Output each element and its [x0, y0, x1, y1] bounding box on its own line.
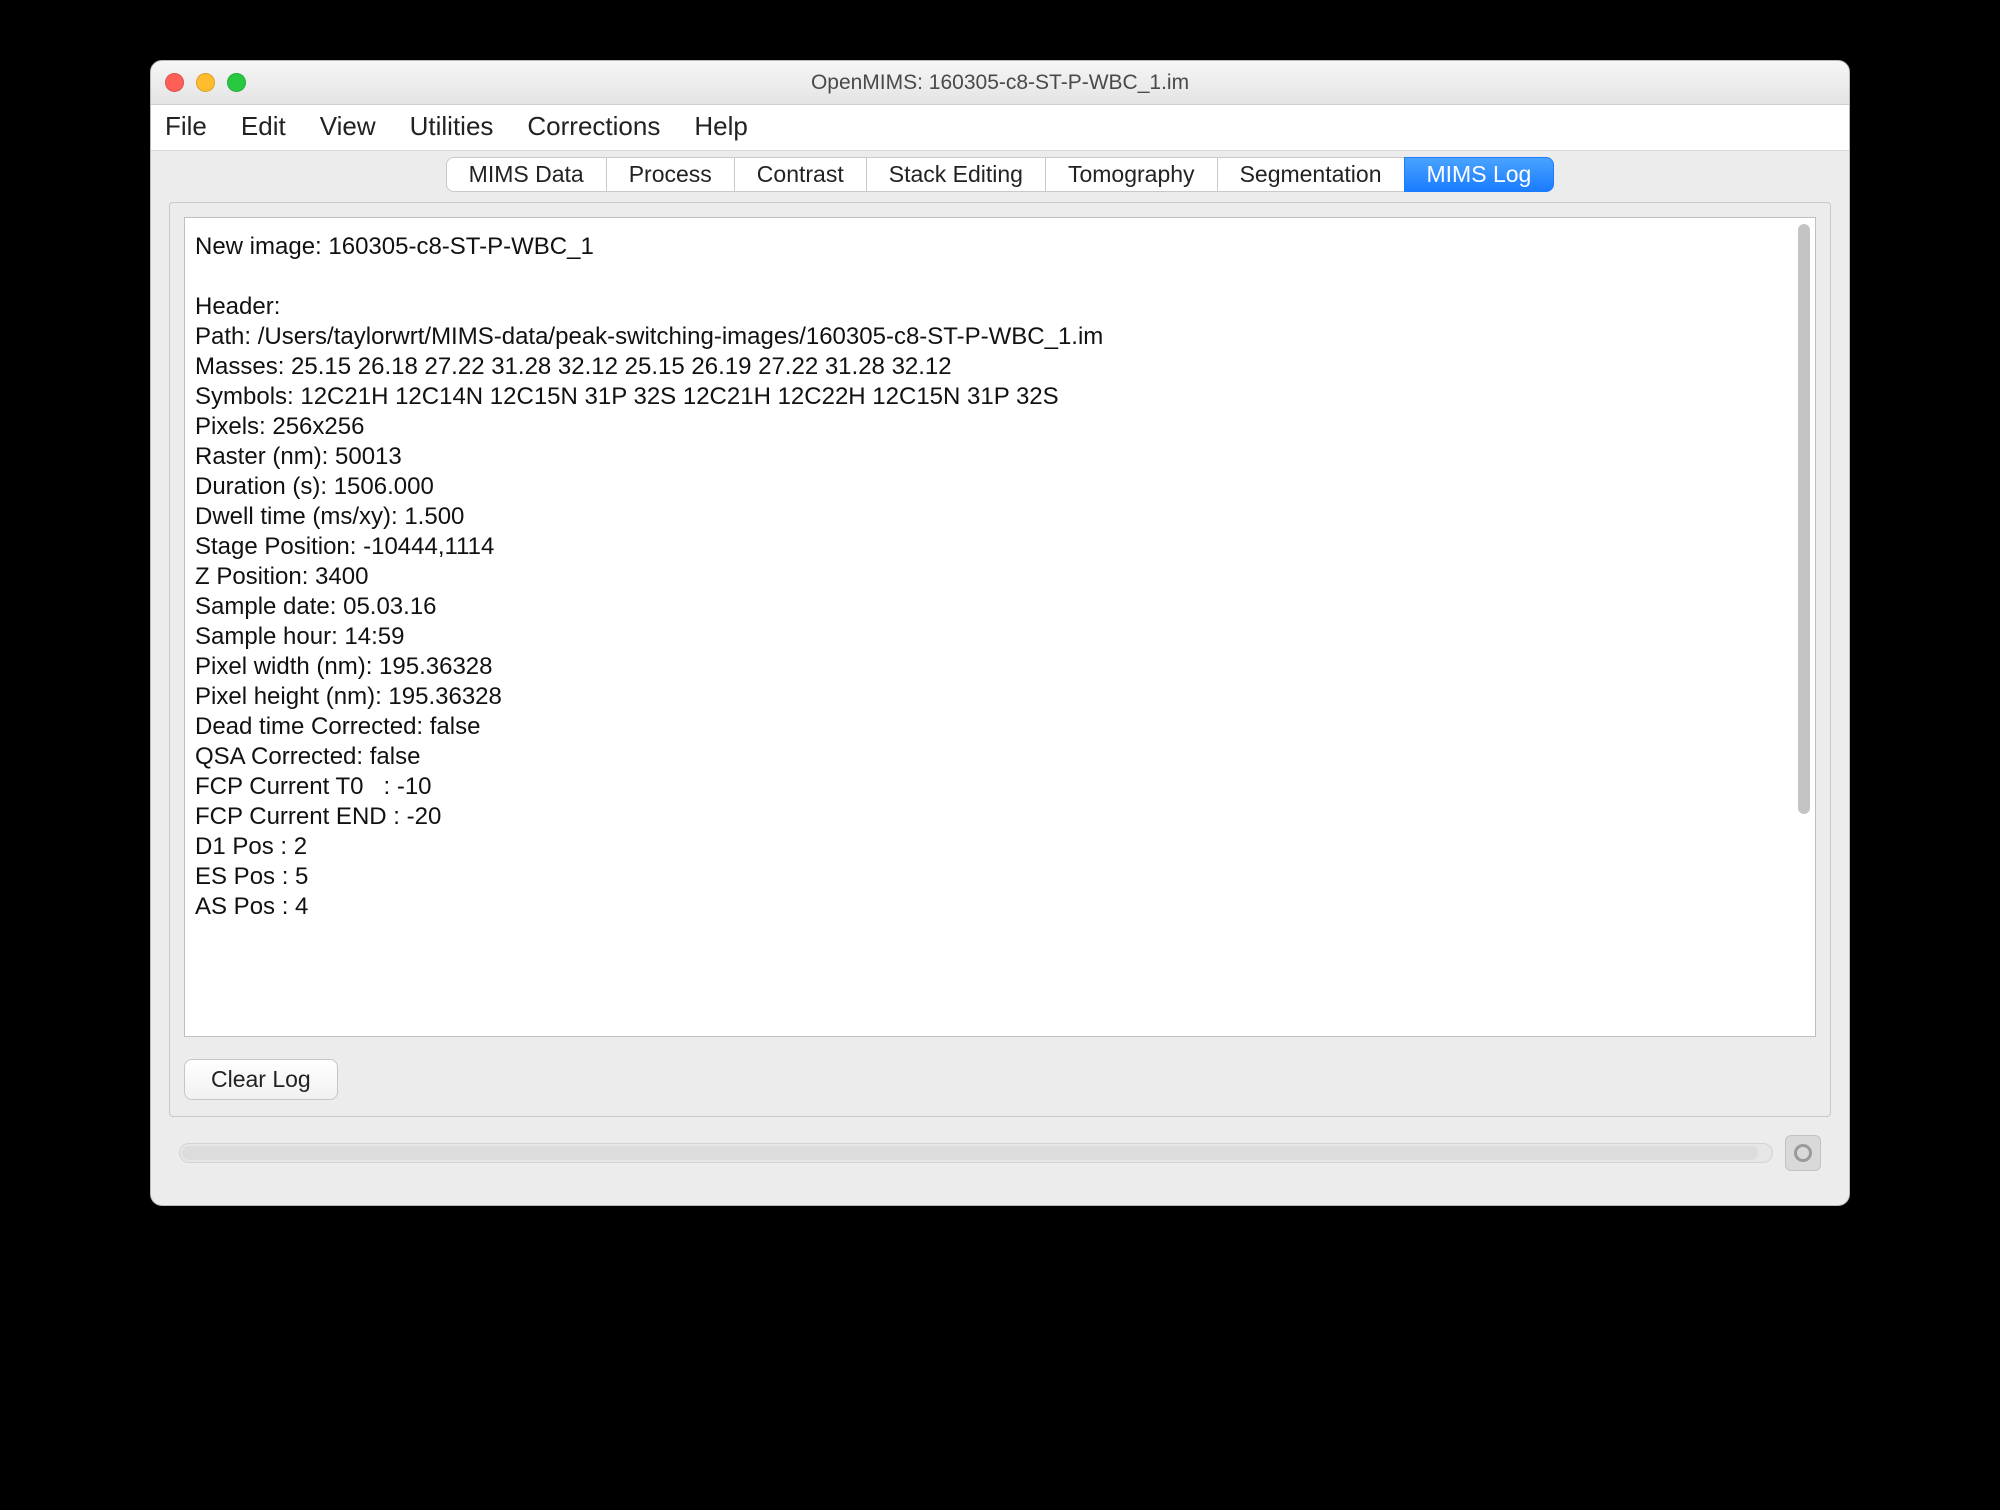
menu-utilities[interactable]: Utilities: [410, 111, 494, 142]
menu-edit[interactable]: Edit: [241, 111, 286, 142]
log-scrollbar-vertical[interactable]: [1793, 218, 1815, 1036]
footer: [169, 1117, 1831, 1185]
menu-view[interactable]: View: [320, 111, 376, 142]
circle-icon: [1794, 1144, 1812, 1162]
log-panel: New image: 160305-c8-ST-P-WBC_1 Header: …: [169, 202, 1831, 1117]
tab-mims-data[interactable]: MIMS Data: [446, 157, 607, 192]
tab-tomography[interactable]: Tomography: [1045, 157, 1218, 192]
log-actions: Clear Log: [184, 1059, 1816, 1100]
menu-help[interactable]: Help: [694, 111, 747, 142]
tab-contrast[interactable]: Contrast: [734, 157, 867, 192]
minimize-icon[interactable]: [196, 73, 215, 92]
tabstrip: MIMS Data Process Contrast Stack Editing…: [169, 151, 1831, 202]
traffic-lights: [165, 73, 246, 92]
scrollbar-thumb[interactable]: [1798, 224, 1810, 814]
window-title: OpenMIMS: 160305-c8-ST-P-WBC_1.im: [151, 71, 1849, 95]
tab-segmentation[interactable]: Segmentation: [1217, 157, 1405, 192]
zoom-icon[interactable]: [227, 73, 246, 92]
scrollbar-thumb[interactable]: [182, 1146, 1758, 1160]
log-container: New image: 160305-c8-ST-P-WBC_1 Header: …: [184, 217, 1816, 1037]
menu-file[interactable]: File: [165, 111, 207, 142]
status-indicator: [1785, 1135, 1821, 1171]
close-icon[interactable]: [165, 73, 184, 92]
tab-mims-log[interactable]: MIMS Log: [1404, 157, 1555, 192]
tab-stack-editing[interactable]: Stack Editing: [866, 157, 1046, 192]
log-text[interactable]: New image: 160305-c8-ST-P-WBC_1 Header: …: [185, 218, 1793, 1036]
clear-log-button[interactable]: Clear Log: [184, 1059, 338, 1100]
tab-process[interactable]: Process: [606, 157, 735, 192]
app-window: OpenMIMS: 160305-c8-ST-P-WBC_1.im File E…: [150, 60, 1850, 1206]
window-scrollbar-horizontal[interactable]: [179, 1143, 1773, 1163]
menu-corrections[interactable]: Corrections: [527, 111, 660, 142]
content-area: MIMS Data Process Contrast Stack Editing…: [151, 151, 1849, 1205]
titlebar: OpenMIMS: 160305-c8-ST-P-WBC_1.im: [151, 61, 1849, 105]
menubar: File Edit View Utilities Corrections Hel…: [151, 105, 1849, 151]
